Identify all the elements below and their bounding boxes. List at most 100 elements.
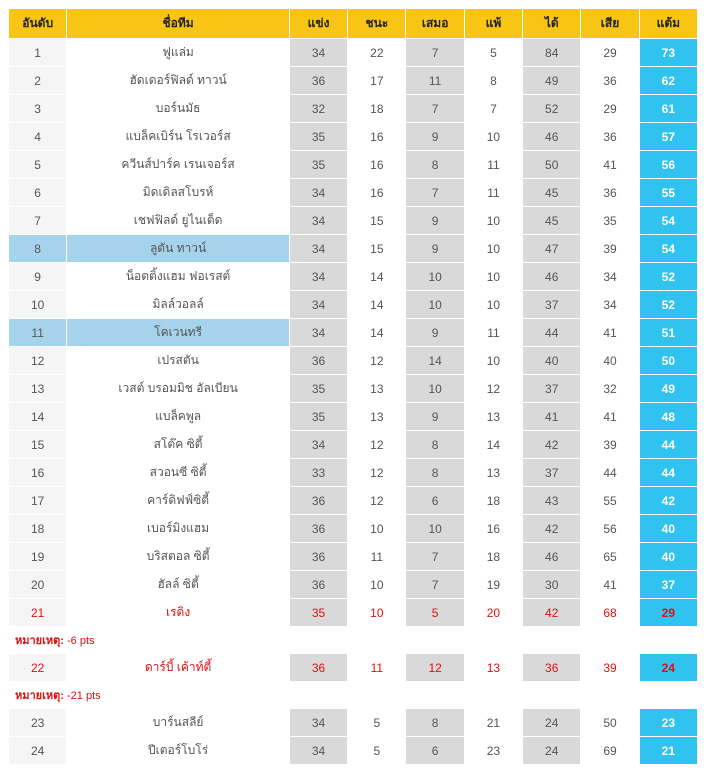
rank-cell: 24 [9,737,67,765]
drawn-cell: 10 [406,375,464,403]
drawn-cell: 7 [406,179,464,207]
rank-cell: 23 [9,709,67,737]
note-row: หมายเหตุ: -21 pts [9,682,698,709]
drawn-cell: 9 [406,319,464,347]
lost-cell: 12 [464,375,522,403]
table-row: 10มิลล์วอลล์34141010373452 [9,291,698,319]
pts-cell: 29 [639,599,697,627]
table-row: 3บอร์นมัธ321877522961 [9,95,698,123]
table-row: 18เบอร์มิงแฮม36101016425640 [9,515,698,543]
team-cell: ดาร์บี้ เค้าท์ตี้ [67,654,290,682]
lost-cell: 10 [464,347,522,375]
rank-cell: 21 [9,599,67,627]
gf-cell: 24 [523,709,581,737]
table-row: 8ลูตัน ทาวน์3415910473954 [9,235,698,263]
lost-cell: 13 [464,403,522,431]
won-cell: 11 [348,543,406,571]
gf-cell: 41 [523,403,581,431]
team-cell: โคเวนทรี [67,319,290,347]
table-row: 23บาร์นสลีย์345821245023 [9,709,698,737]
table-row: 12เปรสตัน36121410404050 [9,347,698,375]
rank-cell: 19 [9,543,67,571]
pts-cell: 51 [639,319,697,347]
ga-cell: 41 [581,151,639,179]
drawn-cell: 6 [406,737,464,765]
ga-cell: 50 [581,709,639,737]
col-ga-header: เสีย [581,9,639,39]
played-cell: 34 [289,235,347,263]
played-cell: 34 [289,207,347,235]
ga-cell: 36 [581,123,639,151]
won-cell: 5 [348,737,406,765]
note-label: หมายเหตุ: [15,635,64,647]
table-row: 14แบล็คพูล3513913414148 [9,403,698,431]
drawn-cell: 9 [406,123,464,151]
note-label: หมายเหตุ: [15,690,64,702]
played-cell: 32 [289,95,347,123]
note-text: -6 pts [64,635,95,647]
won-cell: 16 [348,123,406,151]
gf-cell: 47 [523,235,581,263]
col-played-header: แข่ง [289,9,347,39]
drawn-cell: 9 [406,403,464,431]
pts-cell: 42 [639,487,697,515]
table-row: 19บริสตอล ซิตี้3611718466540 [9,543,698,571]
pts-cell: 48 [639,403,697,431]
lost-cell: 23 [464,737,522,765]
rank-cell: 17 [9,487,67,515]
gf-cell: 45 [523,207,581,235]
pts-cell: 52 [639,263,697,291]
ga-cell: 41 [581,571,639,599]
won-cell: 10 [348,515,406,543]
played-cell: 34 [289,737,347,765]
won-cell: 14 [348,263,406,291]
col-lost-header: แพ้ [464,9,522,39]
col-gf-header: ได้ [523,9,581,39]
played-cell: 35 [289,151,347,179]
lost-cell: 5 [464,39,522,67]
drawn-cell: 11 [406,67,464,95]
gf-cell: 46 [523,123,581,151]
note-text: -21 pts [64,690,101,702]
played-cell: 35 [289,403,347,431]
gf-cell: 30 [523,571,581,599]
table-row: 11โคเวนทรี3414911444151 [9,319,698,347]
won-cell: 16 [348,179,406,207]
rank-cell: 5 [9,151,67,179]
team-cell: ฮัลล์ ซิตี้ [67,571,290,599]
standings-table: อันดับ ชื่อทีม แข่ง ชนะ เสมอ แพ้ ได้ เสี… [8,8,698,765]
won-cell: 10 [348,571,406,599]
table-row: 13เวสต์ บรอมมิช อัลเบียน35131012373249 [9,375,698,403]
lost-cell: 13 [464,654,522,682]
gf-cell: 24 [523,737,581,765]
team-cell: สโต๊ค ซิตี้ [67,431,290,459]
played-cell: 35 [289,375,347,403]
played-cell: 36 [289,571,347,599]
drawn-cell: 10 [406,291,464,319]
team-cell: เชฟฟิลด์ ยูไนเต็ด [67,207,290,235]
note-cell: หมายเหตุ: -6 pts [9,627,698,654]
pts-cell: 62 [639,67,697,95]
table-row: 16สวอนซี ซิตี้3312813374444 [9,459,698,487]
team-cell: ปีเตอร์โบโร่ [67,737,290,765]
table-row: 22ดาร์บี้ เค้าท์ตี้36111213363924 [9,654,698,682]
note-cell: หมายเหตุ: -21 pts [9,682,698,709]
drawn-cell: 7 [406,95,464,123]
lost-cell: 21 [464,709,522,737]
team-cell: สวอนซี ซิตี้ [67,459,290,487]
gf-cell: 46 [523,543,581,571]
gf-cell: 52 [523,95,581,123]
gf-cell: 49 [523,67,581,95]
drawn-cell: 5 [406,599,464,627]
table-row: 20ฮัลล์ ซิตี้3610719304137 [9,571,698,599]
gf-cell: 46 [523,263,581,291]
pts-cell: 50 [639,347,697,375]
team-cell: ฟูแล่ม [67,39,290,67]
team-cell: น็อตติ้งแฮม ฟอเรสต์ [67,263,290,291]
ga-cell: 69 [581,737,639,765]
lost-cell: 20 [464,599,522,627]
team-cell: แบล็คเบิร์น โรเวอร์ส [67,123,290,151]
lost-cell: 13 [464,459,522,487]
pts-cell: 52 [639,291,697,319]
pts-cell: 49 [639,375,697,403]
